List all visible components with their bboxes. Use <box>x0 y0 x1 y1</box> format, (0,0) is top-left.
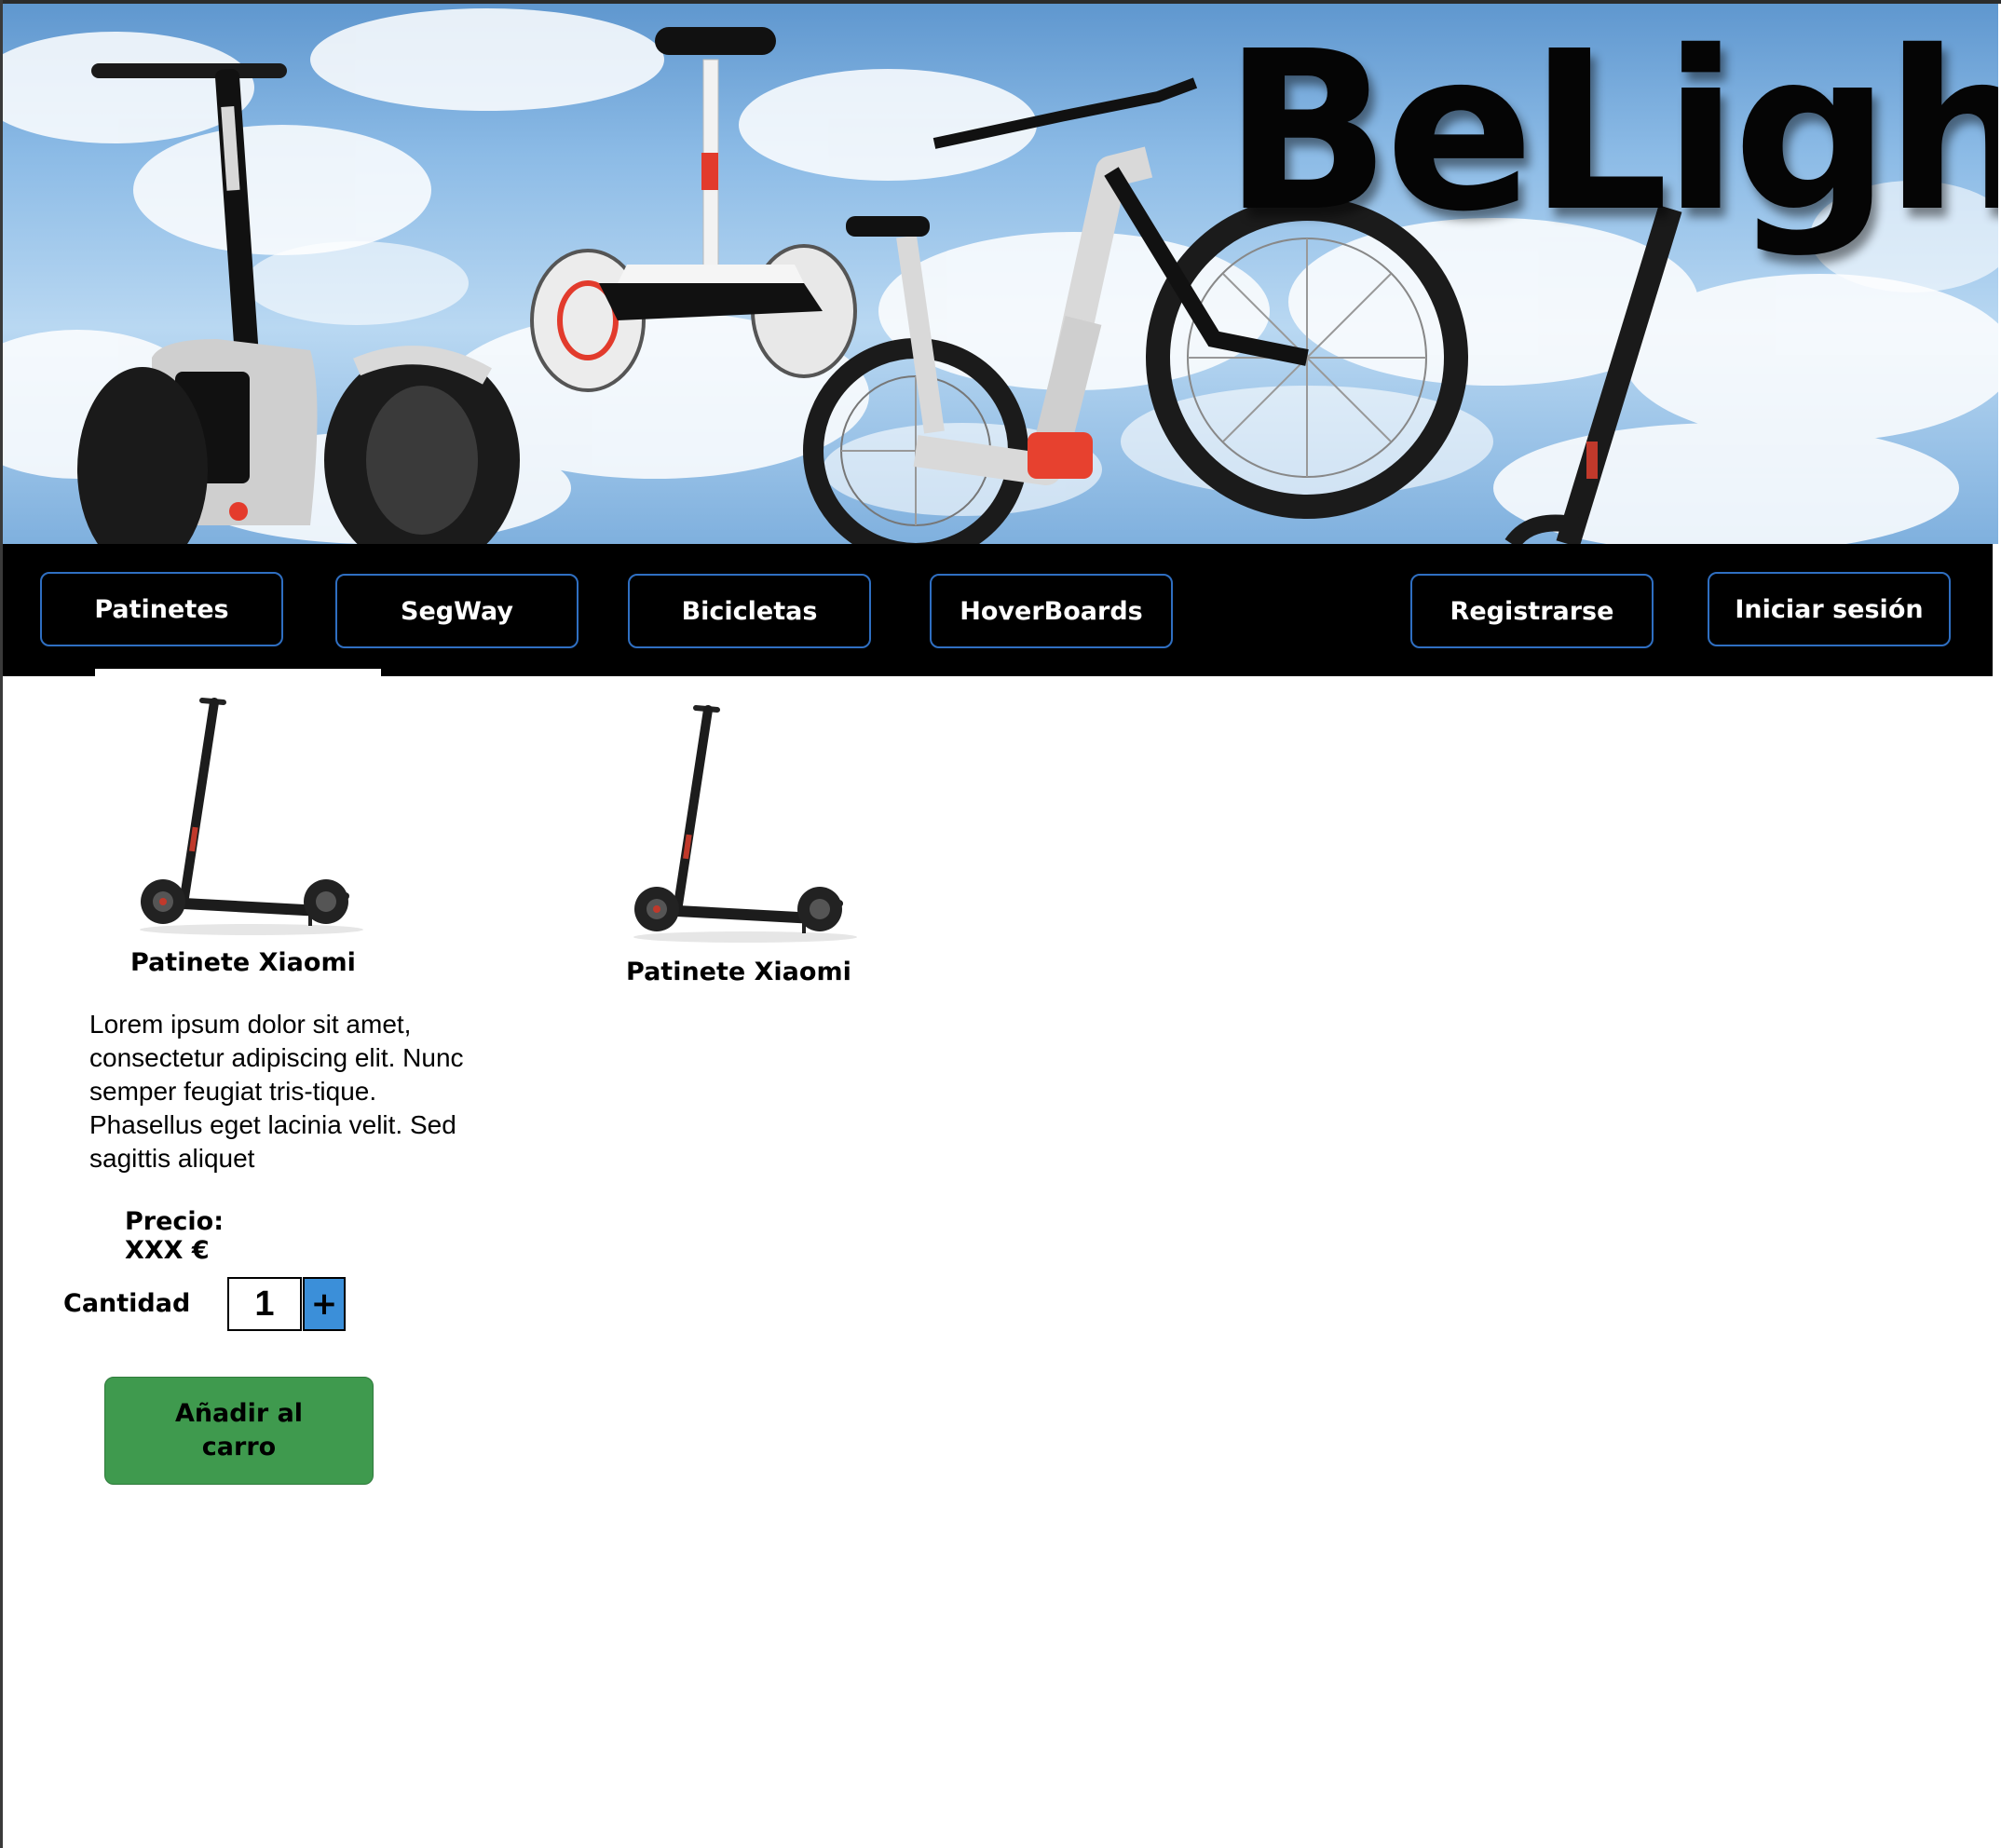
belight-logo[interactable]: BeLight <box>1223 22 1998 242</box>
header-banner: BeLight <box>3 4 1998 544</box>
plus-icon[interactable]: + <box>303 1277 346 1331</box>
scooter-image[interactable] <box>126 689 377 941</box>
quantity-input[interactable] <box>227 1277 302 1331</box>
product-title[interactable]: Patinete Xiaomi <box>130 948 356 977</box>
product-description: Lorem ipsum dolor sit amet, consectetur … <box>89 1010 464 1173</box>
nav-patinetes-button[interactable]: Patinetes <box>40 572 283 646</box>
active-tab-indicator <box>95 669 381 676</box>
nav-segway-button[interactable]: SegWay <box>335 574 579 648</box>
add-to-cart-button[interactable]: Añadir al carro <box>104 1377 374 1485</box>
register-button[interactable]: Registrarse <box>1410 574 1654 648</box>
quantity-label: Cantidad <box>63 1289 191 1318</box>
main-navbar: Patinetes SegWay Bicicletas HoverBoards … <box>3 544 1993 676</box>
product-title[interactable]: Patinete Xiaomi <box>626 958 851 986</box>
product-price: Precio: XXX € <box>125 1207 225 1265</box>
scooter-image[interactable] <box>619 697 871 948</box>
nav-bicicletas-button[interactable]: Bicicletas <box>628 574 871 648</box>
login-button[interactable]: Iniciar sesión <box>1708 572 1951 646</box>
nav-hoverboards-button[interactable]: HoverBoards <box>930 574 1173 648</box>
